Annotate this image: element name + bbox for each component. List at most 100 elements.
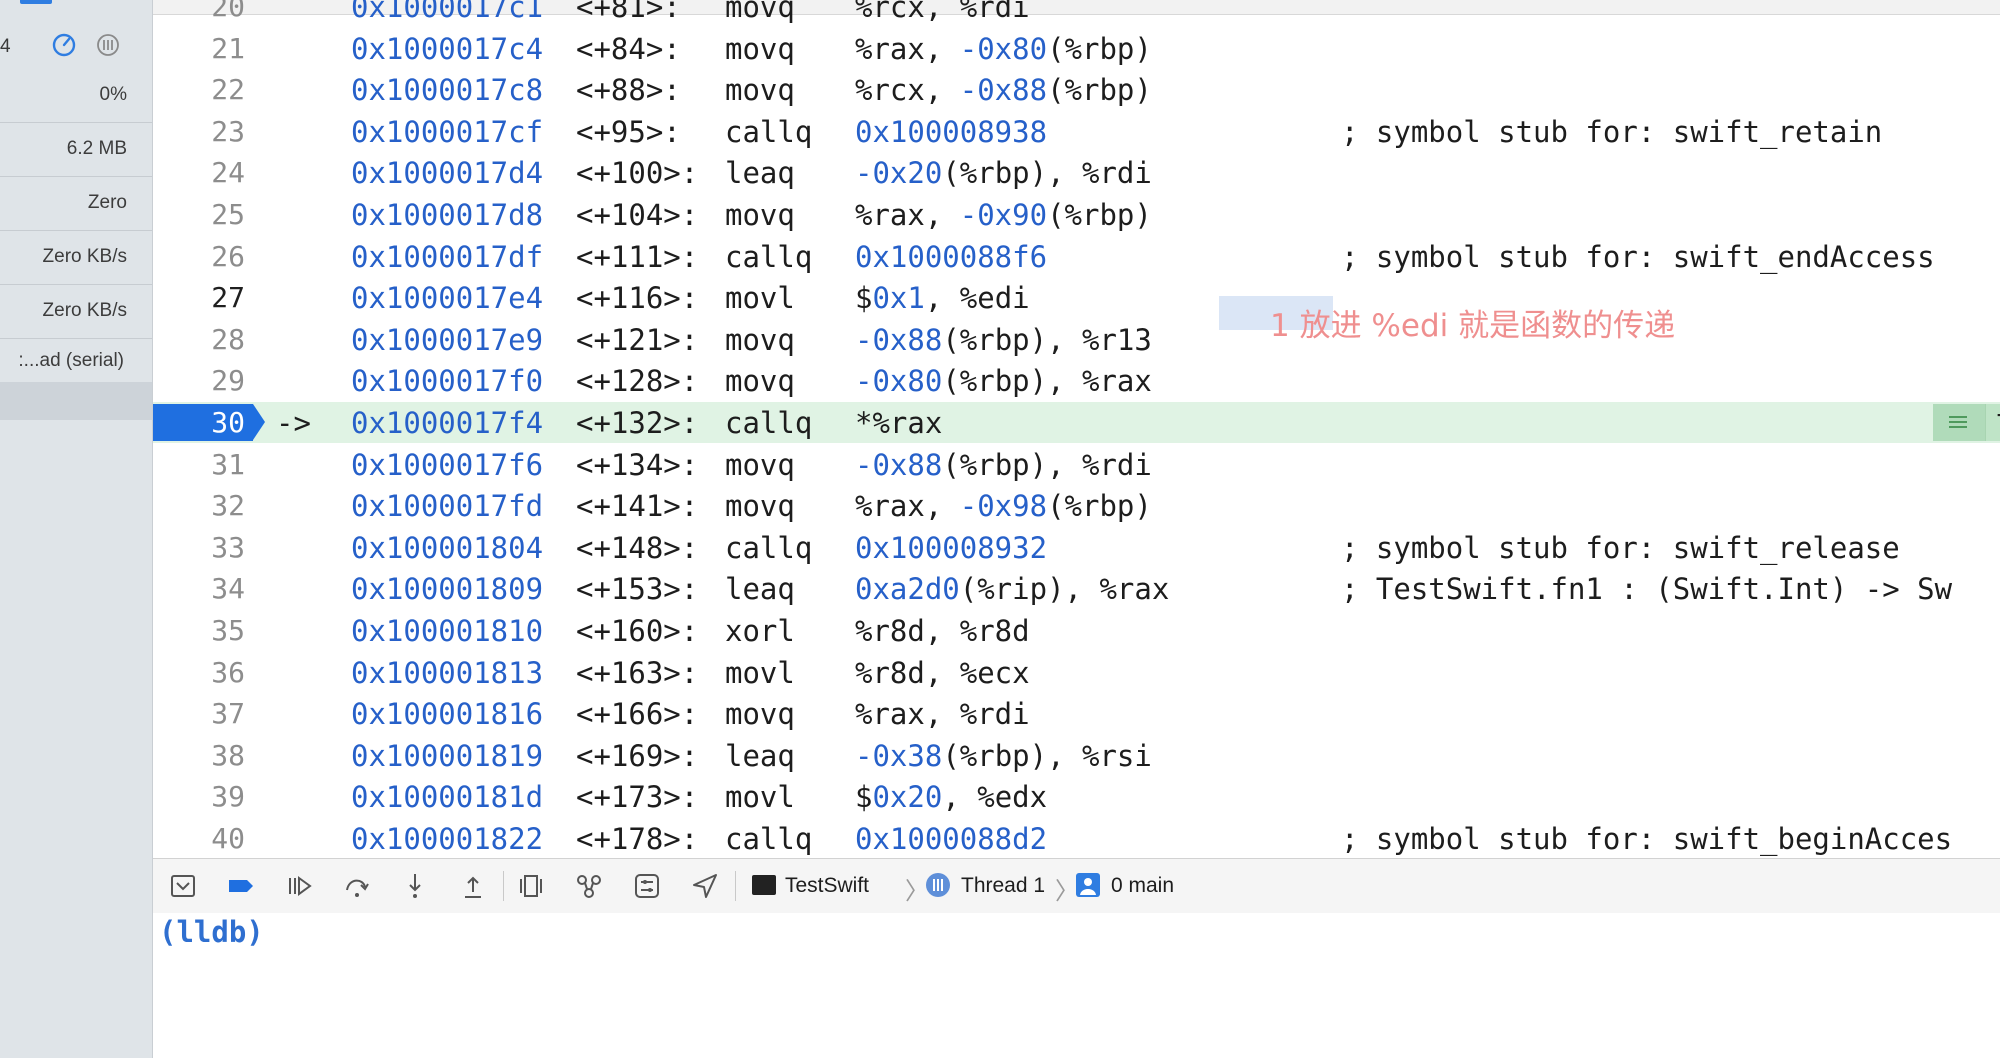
instruction-comment: ; TestSwift.fn1 : (Swift.Int) -> Sw — [1341, 572, 1953, 607]
instruction-operands: %rcx, -0x88(%rbp) — [855, 73, 1152, 108]
hide-debug-area-icon[interactable] — [167, 870, 199, 902]
instruction-mnemonic: leaq — [725, 572, 795, 607]
line-number: 29 — [211, 364, 245, 398]
instruction-operands: %r8d, %r8d — [855, 614, 1030, 648]
view-hierarchy-icon[interactable] — [515, 870, 547, 902]
disassembly-line[interactable]: 35 0x100001810 <+160>: xorl %r8d, %r8d — [153, 610, 2000, 651]
network-gauge-row[interactable]: Zero KB/s — [0, 284, 152, 339]
instruction-operands: -0x20(%rbp), %rdi — [855, 156, 1152, 191]
instruction-operands: 0xa2d0(%rip), %rax — [855, 572, 1170, 607]
tab-indicator — [20, 0, 52, 4]
thread-badge-menu-icon[interactable] — [1933, 404, 1985, 441]
cpu-gauge-row[interactable]: 0% — [0, 68, 152, 123]
disassembly-line[interactable]: 23 0x1000017cf <+95>: callq 0x100008938 ; sym… — [153, 111, 2000, 152]
instruction-address: 0x1000017c8 — [351, 73, 544, 108]
instruction-address: 0x100001819 — [351, 738, 544, 773]
instruction-offset: <+134>: — [576, 447, 699, 482]
instruction-operands: -0x38(%rbp), %rsi — [855, 738, 1152, 773]
disk-value: Zero KB/s — [42, 246, 127, 267]
instruction-offset: <+163>: — [576, 655, 699, 690]
line-number: 36 — [211, 655, 245, 689]
instruction-operands: %rax, %rdi — [855, 697, 1030, 732]
queue-row[interactable]: :...ad (serial) — [0, 338, 152, 382]
instruction-offset: <+121>: — [576, 322, 699, 357]
instruction-offset: <+128>: — [576, 364, 699, 399]
memory-gauge-row[interactable]: 6.2 MB — [0, 122, 152, 177]
disassembly-line[interactable]: 28 0x1000017e9 <+121>: movq -0x88(%rbp), %r1… — [153, 319, 2000, 360]
step-out-icon[interactable] — [457, 870, 489, 902]
gauge-icon[interactable] — [52, 33, 76, 57]
disassembly-line[interactable]: 38 0x100001819 <+169>: leaq -0x38(%rbp), %rs… — [153, 735, 2000, 776]
disassembly-line[interactable]: 21 0x1000017c4 <+84>: movq %rax, -0x80(%rbp) — [153, 28, 2000, 69]
instruction-operands: -0x88(%rbp), %rdi — [855, 447, 1152, 482]
breakpoints-toggle-icon[interactable] — [225, 870, 257, 902]
line-number: 37 — [211, 697, 245, 731]
disassembly-line[interactable]: 25 0x1000017d8 <+104>: movq %rax, -0x90(%rbp… — [153, 194, 2000, 235]
instruction-address: 0x1000017e4 — [351, 281, 544, 316]
disassembly-line[interactable]: 36 0x100001813 <+163>: movl %r8d, %ecx — [153, 652, 2000, 693]
disassembly-line[interactable]: 33 0x100001804 <+148>: callq 0x100008932 ; sy… — [153, 527, 2000, 568]
disassembly-line[interactable]: 40 0x100001822 <+178>: callq 0x1000088d2 ; sy… — [153, 818, 2000, 858]
instruction-comment: ; symbol stub for: swift_beginAcces — [1341, 822, 1953, 856]
instruction-operands: 0x1000088d2 — [855, 822, 1048, 856]
instruction-address: 0x1000017df — [351, 239, 544, 274]
line-number: 38 — [211, 738, 245, 772]
disassembly-line[interactable]: 20 0x1000017c1 <+81>: movq %rcx, %rdi — [153, 0, 2000, 27]
line-number: 39 — [211, 780, 245, 814]
line-number: 26 — [211, 239, 245, 273]
disassembly-line[interactable]: 26 0x1000017df <+111>: callq 0x1000088f6 ; sy… — [153, 236, 2000, 277]
instruction-mnemonic: movl — [725, 780, 795, 815]
instruction-mnemonic: callq — [725, 406, 813, 440]
line-number: 40 — [211, 822, 245, 855]
instruction-offset: <+141>: — [576, 489, 699, 524]
environment-overrides-icon[interactable] — [631, 870, 663, 902]
line-number: 28 — [211, 322, 245, 356]
disassembly-line[interactable]: 34 0x100001809 <+153>: leaq 0xa2d0(%rip), %r… — [153, 568, 2000, 609]
instruction-address: 0x10000181d — [351, 780, 544, 815]
disassembly-line[interactable]: 27 0x1000017e4 <+116>: movl $0x1, %edi — [153, 277, 2000, 318]
disassembly-line[interactable]: 29 0x1000017f0 <+128>: movq -0x80(%rbp), %ra… — [153, 360, 2000, 401]
continue-icon[interactable] — [283, 870, 315, 902]
instruction-mnemonic: movq — [725, 73, 795, 108]
selected-frame-row[interactable] — [0, 382, 152, 420]
threads-icon[interactable] — [96, 33, 120, 57]
instruction-mnemonic: movq — [725, 489, 795, 524]
step-into-icon[interactable] — [399, 870, 431, 902]
breadcrumb-target[interactable]: TestSwift — [785, 874, 869, 898]
disassembly-line[interactable]: 24 0x1000017d4 <+100>: leaq -0x20(%rbp), %rd… — [153, 152, 2000, 193]
line-number: 25 — [211, 198, 245, 231]
instruction-address: 0x1000017f6 — [351, 447, 544, 482]
simulate-location-icon[interactable] — [689, 870, 721, 902]
instruction-offset: <+169>: — [576, 738, 699, 773]
disassembly-line[interactable]: 37 0x100001816 <+166>: movq %rax, %rdi — [153, 693, 2000, 734]
instruction-offset: <+166>: — [576, 697, 699, 732]
debug-bar: TestSwift 〉 Thread 1 〉 0 main — [153, 858, 2000, 914]
instruction-mnemonic: xorl — [725, 614, 795, 648]
instruction-offset: <+178>: — [576, 822, 699, 856]
terminal-app-icon — [752, 875, 776, 895]
instruction-address: 0x100001816 — [351, 697, 544, 732]
disassembly-line[interactable]: 39 0x10000181d <+173>: movl $0x20, %edx — [153, 776, 2000, 817]
instruction-address: 0x1000017f0 — [351, 364, 544, 399]
instruction-mnemonic: callq — [725, 822, 813, 856]
breadcrumb-frame[interactable]: 0 main — [1111, 874, 1174, 898]
energy-value: Zero — [87, 192, 127, 213]
lldb-console[interactable]: (lldb) — [153, 913, 2000, 1058]
disassembly-line[interactable]: 22 0x1000017c8 <+88>: movq %rcx, -0x88(%rbp) — [153, 69, 2000, 110]
memory-graph-icon[interactable] — [573, 870, 605, 902]
disassembly-editor[interactable]: 20 0x1000017c1 <+81>: movq %rcx, %rdi 21 0x100… — [153, 0, 2000, 858]
breadcrumb-thread[interactable]: Thread 1 — [961, 874, 1045, 898]
instruction-operands: %rax, -0x80(%rbp) — [855, 31, 1152, 66]
instruction-operands: -0x88(%rbp), %r13 — [855, 322, 1152, 357]
disk-gauge-row[interactable]: Zero KB/s — [0, 230, 152, 285]
step-over-icon[interactable] — [341, 870, 373, 902]
process-count: 4 — [0, 36, 11, 57]
line-number: 33 — [211, 530, 245, 564]
instruction-address: 0x1000017d4 — [351, 156, 544, 191]
disassembly-line[interactable]: 31 0x1000017f6 <+134>: movq -0x88(%rbp), %rd… — [153, 444, 2000, 485]
disassembly-line[interactable]: 30->0x1000017f4<+132>:callq*%raxThread 1… — [153, 402, 2000, 443]
instruction-mnemonic: callq — [725, 239, 813, 274]
line-number: 22 — [211, 73, 245, 107]
energy-gauge-row[interactable]: Zero — [0, 176, 152, 231]
disassembly-line[interactable]: 32 0x1000017fd <+141>: movq %rax, -0x98(%rbp… — [153, 485, 2000, 526]
